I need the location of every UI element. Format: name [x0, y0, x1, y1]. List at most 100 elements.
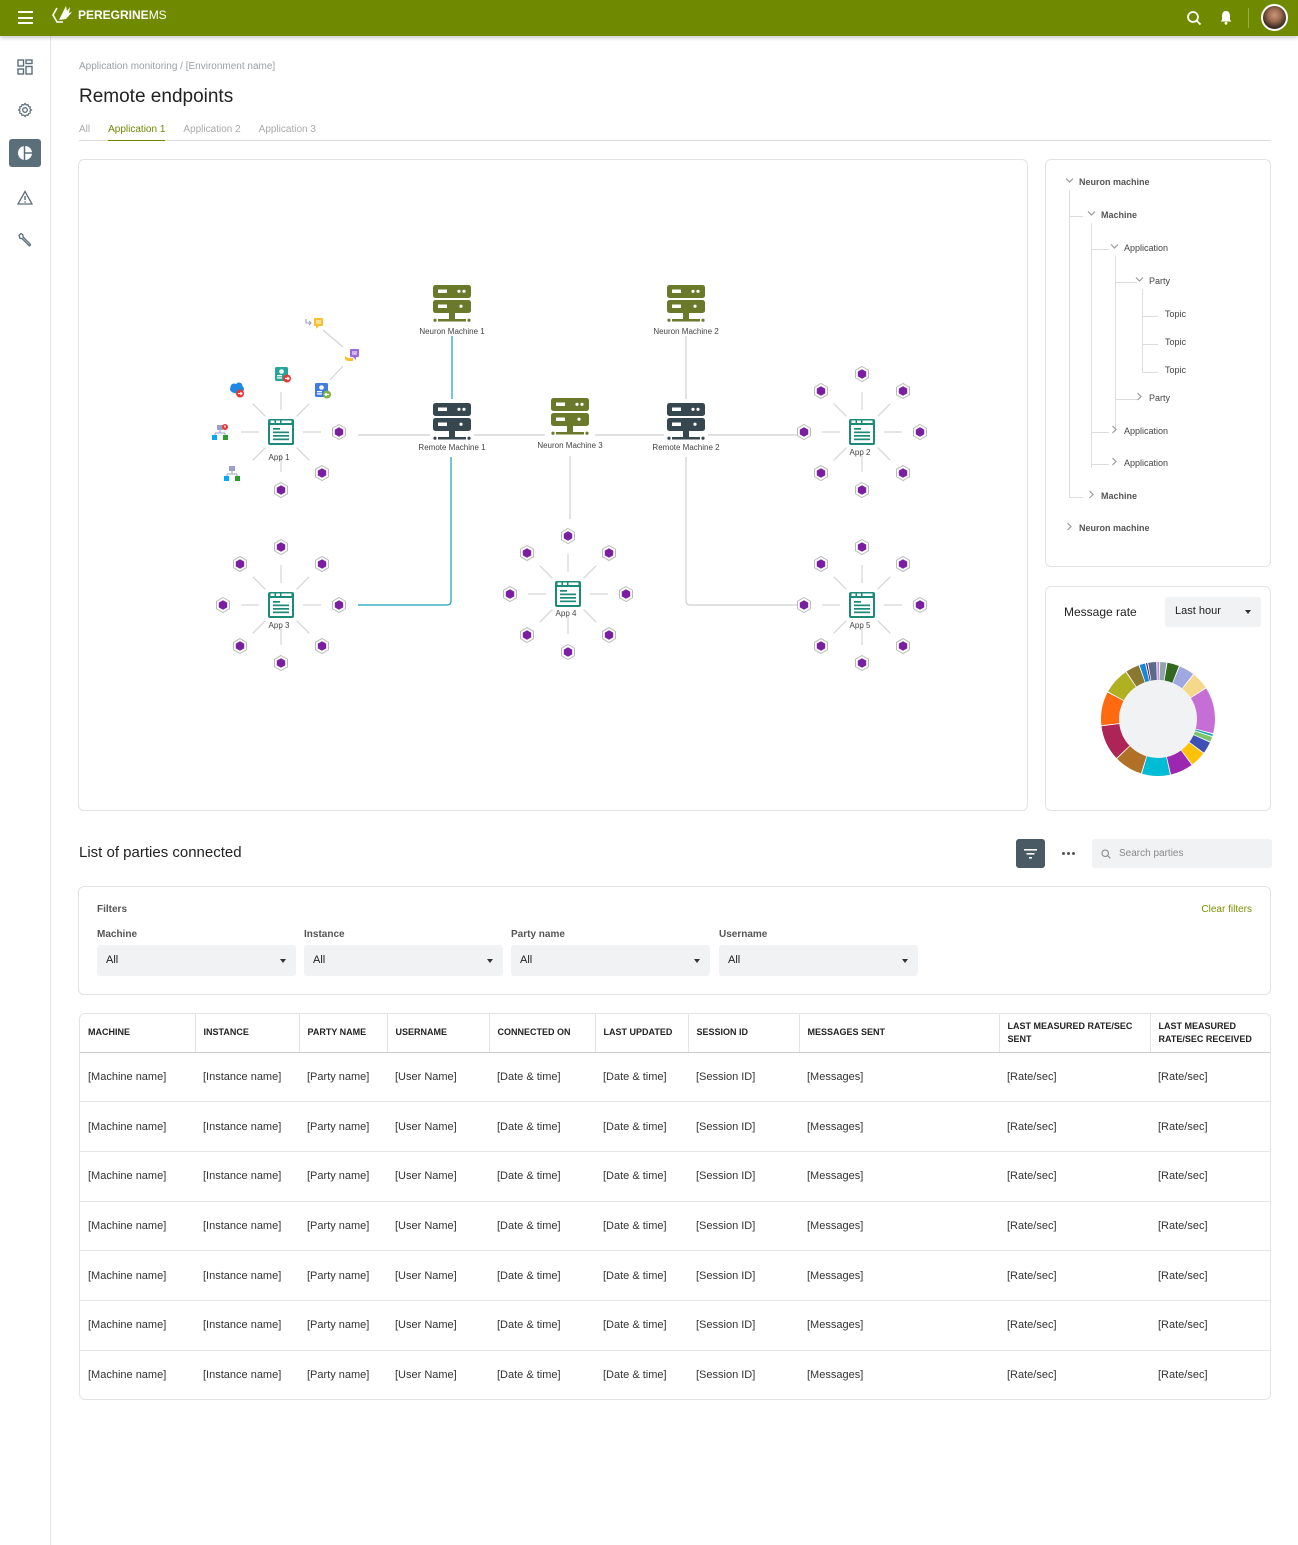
- tab-all[interactable]: All: [79, 124, 90, 141]
- topic-node[interactable]: [797, 597, 811, 613]
- application-node[interactable]: App 4: [555, 581, 581, 618]
- topic-node[interactable]: [315, 465, 330, 482]
- application-node[interactable]: App 5: [849, 592, 875, 630]
- topic-node[interactable]: [274, 482, 288, 498]
- topic-node[interactable]: [332, 424, 346, 440]
- neuron-machine-node[interactable]: Neuron Machine 1: [419, 285, 485, 336]
- menu-icon[interactable]: [18, 11, 33, 24]
- message-forward-icon[interactable]: [305, 318, 323, 329]
- topic-node[interactable]: [913, 597, 927, 613]
- remote-machine-node[interactable]: Remote Machine 1: [418, 403, 486, 452]
- breadcrumb[interactable]: Application monitoring / [Environment na…: [79, 61, 275, 72]
- column-header[interactable]: LAST MEASURED RATE/SEC RECEIVED: [1150, 1014, 1270, 1053]
- tab-application-3[interactable]: Application 3: [259, 124, 316, 141]
- chevron-down-icon[interactable]: [1110, 242, 1119, 253]
- donut-slice[interactable]: [1141, 756, 1170, 776]
- filter-party-name-select[interactable]: All: [511, 945, 710, 976]
- topic-node[interactable]: [602, 627, 617, 644]
- tab-application-2[interactable]: Application 2: [183, 124, 240, 141]
- more-options-button[interactable]: [1058, 845, 1078, 861]
- column-header[interactable]: INSTANCE: [195, 1014, 300, 1053]
- column-header[interactable]: MESSAGES SENT: [799, 1014, 1000, 1053]
- clear-filters-link[interactable]: Clear filters: [1201, 904, 1252, 915]
- tree-node[interactable]: Party: [1135, 392, 1170, 403]
- chevron-right-icon[interactable]: [1065, 522, 1074, 533]
- neuron-machine-node[interactable]: Neuron Machine 2: [653, 285, 719, 336]
- topic-node[interactable]: [855, 366, 869, 382]
- sidebar-item-monitoring[interactable]: [9, 139, 41, 167]
- avatar[interactable]: [1261, 4, 1288, 31]
- tree-node[interactable]: Application: [1110, 457, 1168, 468]
- chevron-right-icon[interactable]: [1110, 425, 1119, 436]
- tree-node[interactable]: Topic: [1165, 337, 1186, 347]
- table-row[interactable]: [Machine name] [Instance name] [Party name…: [80, 1101, 1270, 1152]
- topic-node[interactable]: [232, 555, 247, 572]
- tree-node[interactable]: Neuron machine: [1065, 176, 1150, 187]
- sidebar-item-settings[interactable]: [9, 96, 41, 124]
- tab-application-1[interactable]: Application 1: [108, 124, 166, 141]
- network-alert-icon[interactable]: [212, 424, 228, 440]
- party-receive-icon[interactable]: [315, 383, 331, 399]
- search-parties-input[interactable]: [1119, 848, 1259, 859]
- topic-node[interactable]: [813, 382, 828, 399]
- chevron-down-icon[interactable]: [1135, 275, 1144, 286]
- topic-node[interactable]: [855, 655, 869, 671]
- brand-logo[interactable]: PEREGRINE MS: [50, 4, 167, 26]
- column-header[interactable]: MACHINE: [80, 1014, 196, 1053]
- search-icon[interactable]: [1184, 8, 1204, 28]
- topic-node[interactable]: [813, 638, 828, 655]
- topic-node[interactable]: [232, 638, 247, 655]
- topic-node[interactable]: [519, 627, 534, 644]
- topic-node[interactable]: [561, 644, 575, 660]
- tree-node[interactable]: Application: [1110, 242, 1168, 253]
- topic-node[interactable]: [561, 528, 575, 544]
- tree-node[interactable]: Topic: [1165, 309, 1186, 319]
- topic-node[interactable]: [315, 638, 330, 655]
- tree-node[interactable]: Topic: [1165, 365, 1186, 375]
- network-icon[interactable]: [224, 466, 240, 481]
- application-node[interactable]: App 2: [849, 419, 875, 457]
- topic-node[interactable]: [274, 655, 288, 671]
- filter-instance-select[interactable]: All: [304, 945, 503, 976]
- topic-node[interactable]: [913, 424, 927, 440]
- neuron-machine-node[interactable]: Neuron Machine 3: [537, 398, 603, 450]
- topic-node[interactable]: [619, 586, 633, 602]
- donut-slice[interactable]: [1157, 662, 1160, 681]
- table-row[interactable]: [Machine name] [Instance name] [Party name…: [80, 1151, 1270, 1202]
- topic-node[interactable]: [519, 544, 534, 561]
- table-row[interactable]: [Machine name] [Instance name] [Party name…: [80, 1250, 1270, 1301]
- filter-machine-select[interactable]: All: [97, 945, 296, 976]
- column-header[interactable]: LAST MEASURED RATE/SEC SENT: [999, 1014, 1151, 1053]
- chevron-right-icon[interactable]: [1135, 392, 1144, 403]
- topic-node[interactable]: [896, 465, 911, 482]
- table-row[interactable]: [Machine name] [Instance name] [Party name…: [80, 1350, 1270, 1399]
- topic-node[interactable]: [855, 482, 869, 498]
- sidebar-item-dashboard[interactable]: [9, 53, 41, 81]
- tree-node[interactable]: Machine: [1087, 490, 1137, 501]
- filter-username-select[interactable]: All: [719, 945, 918, 976]
- chevron-down-icon[interactable]: [1087, 209, 1096, 220]
- time-range-select[interactable]: Last hour: [1165, 597, 1261, 627]
- table-row[interactable]: [Machine name] [Instance name] [Party name…: [80, 1201, 1270, 1252]
- message-reply-icon[interactable]: [344, 349, 359, 361]
- bell-icon[interactable]: [1216, 8, 1236, 28]
- sidebar-item-tools[interactable]: [9, 226, 41, 254]
- column-header[interactable]: LAST UPDATED: [595, 1014, 689, 1053]
- topic-node[interactable]: [813, 555, 828, 572]
- column-header[interactable]: SESSION ID: [688, 1014, 800, 1053]
- topic-node[interactable]: [797, 424, 811, 440]
- topic-node[interactable]: [602, 544, 617, 561]
- topic-node[interactable]: [896, 382, 911, 399]
- table-row[interactable]: [Machine name] [Instance name] [Party name…: [80, 1300, 1270, 1351]
- remote-machine-node[interactable]: Remote Machine 2: [652, 403, 720, 452]
- chevron-right-icon[interactable]: [1110, 457, 1119, 468]
- column-header[interactable]: USERNAME: [387, 1014, 490, 1053]
- column-header[interactable]: PARTY NAME: [299, 1014, 388, 1053]
- topic-node[interactable]: [216, 597, 230, 613]
- column-header[interactable]: CONNECTED ON: [489, 1014, 596, 1053]
- application-node[interactable]: App 3: [268, 592, 294, 630]
- tree-node[interactable]: Neuron machine: [1065, 522, 1150, 533]
- topic-node[interactable]: [332, 597, 346, 613]
- topic-node[interactable]: [896, 555, 911, 572]
- topic-node[interactable]: [896, 638, 911, 655]
